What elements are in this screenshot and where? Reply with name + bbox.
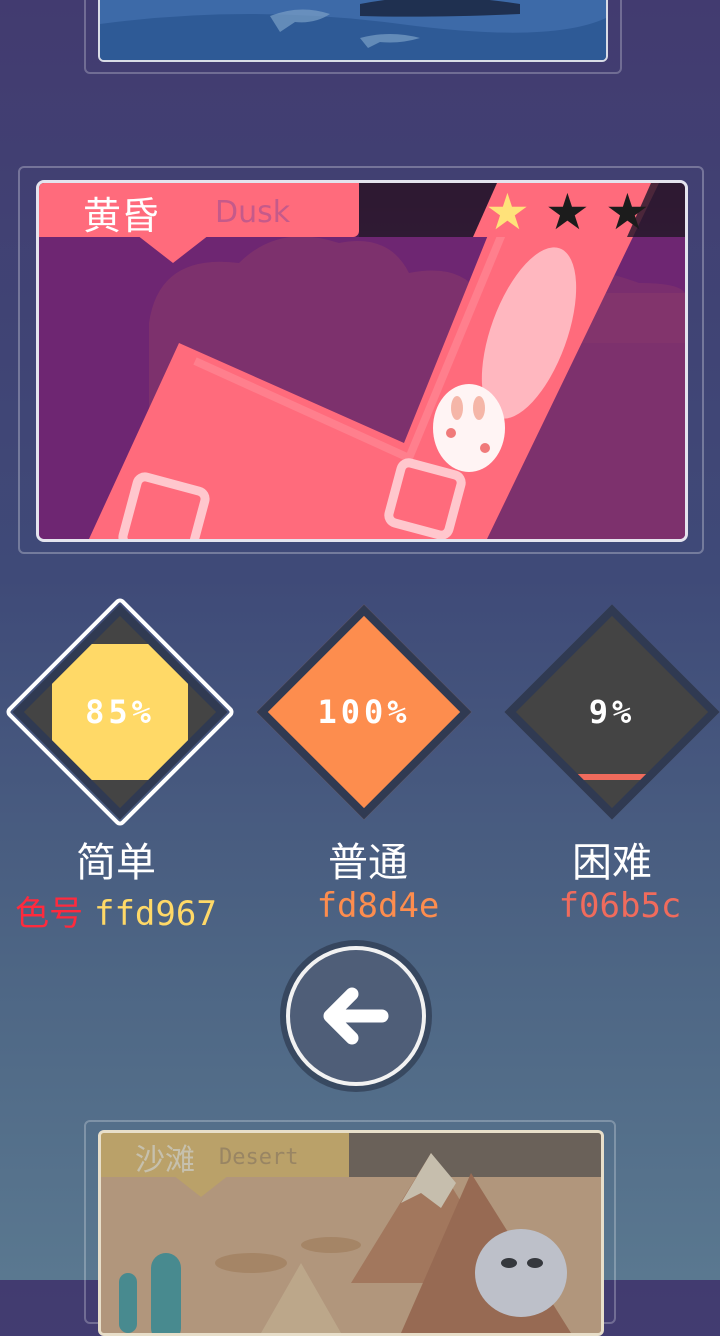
level-card-desert[interactable]: 沙滩 Desert — [98, 1130, 604, 1336]
difficulty-easy-percent: 85% — [85, 693, 155, 731]
difficulty-normal-label: 普通 — [328, 840, 408, 886]
level-title-cn: 黄昏 — [83, 194, 160, 238]
level-title-tab: 黄昏 Dusk — [39, 183, 359, 238]
color-code-value: ffd967 — [93, 894, 217, 934]
difficulty-easy-button[interactable]: 85% — [0, 592, 240, 832]
previous-level-artwork — [100, 0, 606, 60]
arrow-left-icon — [323, 987, 389, 1045]
star-icon-empty: ★ — [605, 183, 650, 241]
level-card-dusk[interactable]: 黄昏 Dusk ★ ★ ★ — [36, 180, 688, 542]
difficulty-hard-button[interactable]: 9% — [492, 592, 720, 832]
star-icon-empty: ★ — [545, 183, 590, 241]
back-button[interactable] — [286, 946, 426, 1086]
difficulty-normal-button[interactable]: 100% — [244, 592, 484, 832]
difficulty-normal-percent: 100% — [317, 693, 411, 731]
difficulty-easy-label: 简单 — [76, 840, 156, 886]
difficulty-hard-color-code: f06b5c — [558, 886, 682, 926]
difficulty-easy-color-code: 色号 ffd967 — [0, 886, 266, 935]
difficulty-hard-label: 困难 — [572, 840, 652, 886]
difficulty-hard-percent: 9% — [588, 693, 636, 731]
title-tab-pointer — [137, 235, 209, 263]
level-title-en: Dusk — [215, 195, 291, 230]
level-card-previous[interactable] — [98, 0, 608, 62]
color-code-prefix: 色号 — [15, 894, 94, 934]
star-icon-filled: ★ — [485, 183, 530, 241]
next-level-dim-overlay — [101, 1133, 601, 1333]
